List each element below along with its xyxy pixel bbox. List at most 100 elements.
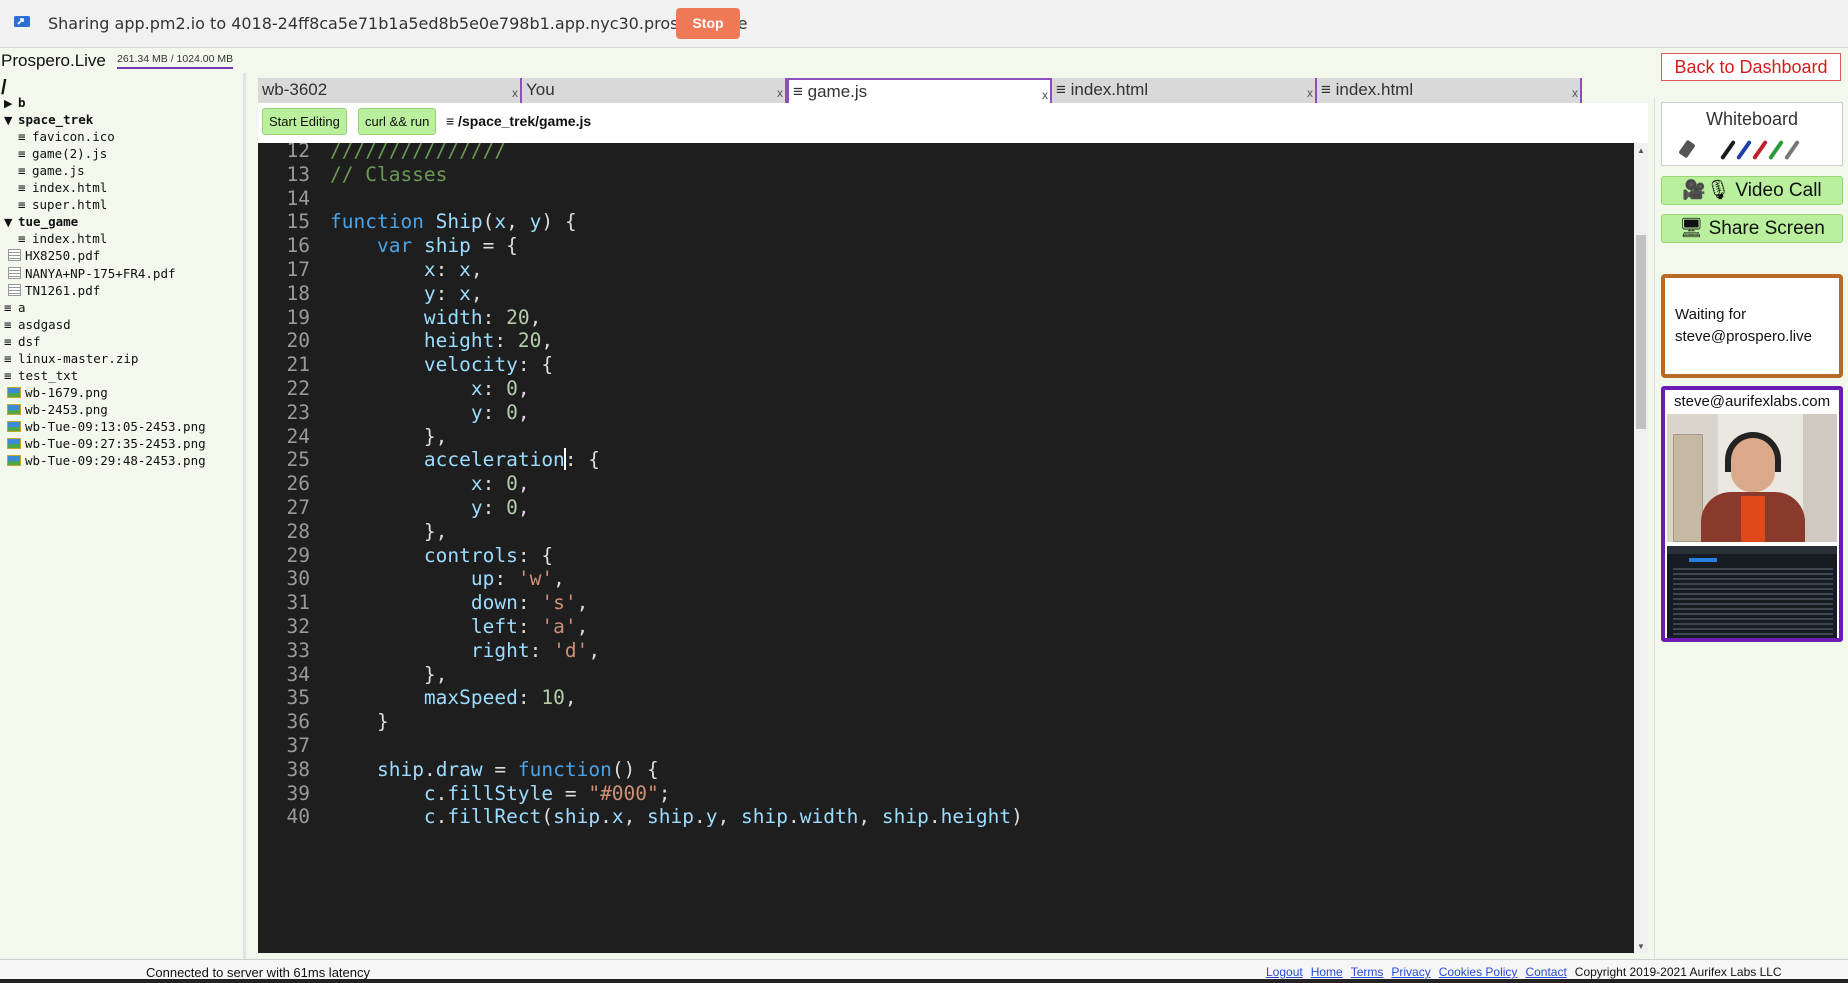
code-token: down [470,591,518,615]
file-item[interactable]: wb-2453.png [7,402,108,417]
code-token: height [940,805,1012,829]
scroll-up-icon[interactable]: ▲ [1637,146,1645,155]
tab-wb-3602[interactable]: wb-3602 x [258,78,522,103]
code-token: ) { [541,210,577,234]
pen-icon[interactable] [1752,139,1768,161]
code-editor[interactable]: 12///////////////13// Classes 14 15 functio… [258,143,1648,953]
file-item[interactable]: NANYA+NP-175+FR4.pdf [8,266,176,281]
text-file-icon: ≡ [4,299,12,315]
tab-you[interactable]: You x [522,78,787,103]
folder-expanded-icon: ▼ [4,114,13,128]
waiting-email: steve@prospero.live [1675,328,1812,345]
image-file-icon [7,403,21,415]
contact-link[interactable]: Contact [1525,965,1566,979]
image-file-icon [7,386,21,398]
file-item[interactable]: ≡ game.js [18,163,85,178]
line-number: 40 [286,805,310,829]
file-item[interactable]: ≡ asdgasd [4,317,71,332]
tab-close-icon[interactable]: x [512,81,518,105]
file-item[interactable]: wb-Tue-09:29:48-2453.png [7,453,206,468]
start-editing-button[interactable]: Start Editing [262,108,347,135]
file-item[interactable]: ≡ super.html [18,197,107,212]
image-file-icon [7,438,21,449]
file-item[interactable]: ≡ favicon.ico [18,129,115,144]
pen-icon[interactable] [1784,139,1800,161]
code-token: 's' [541,591,577,615]
code-line[interactable]: 40 c.fillRect(ship.x, ship.y, ship.width… [258,803,1628,831]
terms-link[interactable]: Terms [1351,965,1384,979]
code-token: . [423,757,436,781]
thumbnail-row [1673,633,1833,635]
scrollbar-thumb[interactable] [1636,235,1646,429]
tree-item-label: game(2).js [32,146,108,162]
file-item[interactable]: HX8250.pdf [8,248,100,263]
code-token: : { [564,448,601,472]
tab-close-icon[interactable]: x [777,81,783,105]
share-screen-button[interactable]: 🖥 Share Screen [1661,214,1843,243]
code-token: : [482,377,507,400]
file-item[interactable]: ≡ game(2).js [18,146,107,161]
code-token: : [517,591,542,615]
tab-index-html-2[interactable]: ≡ index.html x [1317,78,1582,103]
eraser-icon[interactable] [1678,139,1696,159]
stop-sharing-button[interactable]: Stop [676,8,740,39]
file-item[interactable]: ≡ dsf [4,334,41,349]
tree-item-label: linux-master.zip [18,350,139,366]
tab-close-icon[interactable]: x [1572,81,1578,105]
code-token: 10 [541,686,565,710]
folder-item[interactable]: ▼ space_trek [4,112,93,127]
whiteboard-card[interactable]: Whiteboard [1661,102,1843,166]
file-item[interactable]: wb-Tue-09:27:35-2453.png [7,436,206,451]
file-item[interactable]: ≡ test_txt [4,368,78,383]
pen-icon[interactable] [1736,139,1752,161]
tab-close-icon[interactable]: x [1307,81,1313,105]
code-token: : { [517,353,554,377]
code-token: y [470,400,483,424]
pen-icon[interactable] [1720,139,1736,161]
cookies-policy-link[interactable]: Cookies Policy [1439,965,1518,979]
folder-item[interactable]: ▶ b [4,95,26,110]
collaboration-panel: Whiteboard 🎥🎙 Video Call 🖥 Share Screen … [1654,98,1848,958]
back-to-dashboard-button[interactable]: Back to Dashboard [1661,53,1841,81]
tab-index-html[interactable]: ≡ index.html x [1052,78,1317,103]
file-item[interactable]: wb-1679.png [7,385,108,400]
text-file-icon: ≡ [18,146,26,162]
file-item[interactable]: ≡ index.html [18,231,107,246]
file-item[interactable]: ≡ linux-master.zip [4,351,138,366]
code-token: 'a' [541,615,577,638]
code-token: y [470,496,483,519]
logout-link[interactable]: Logout [1266,965,1303,979]
home-link[interactable]: Home [1311,965,1343,979]
editor-scrollbar[interactable]: ▲ ▼ [1634,143,1648,953]
code-token: x [423,258,436,281]
tree-item-label: index.html [32,231,108,247]
code-token: : { [517,543,554,567]
tab-game-js[interactable]: ≡ game.js x [787,78,1052,103]
screen-share-bar: Sharing app.pm2.io to 4018-24ff8ca5e71b1… [0,0,1848,48]
folder-item[interactable]: ▼ tue_game [4,214,78,229]
code-token: ( [541,805,554,829]
tab-label: You [526,80,555,99]
scroll-down-icon[interactable]: ▼ [1637,942,1645,951]
file-item[interactable]: ≡ a [4,300,26,315]
tree-item-label: asdgasd [18,316,71,332]
pen-icon[interactable] [1768,139,1784,161]
code-token: = [553,781,589,805]
privacy-link[interactable]: Privacy [1391,965,1430,979]
tree-item-label: TN1261.pdf [25,282,101,298]
file-item[interactable]: wb-Tue-09:13:05-2453.png [7,419,206,434]
code-token: /////////////// [330,143,507,162]
video-call-button[interactable]: 🎥🎙 Video Call [1661,176,1843,205]
tree-item-label: NANYA+NP-175+FR4.pdf [25,265,176,281]
file-item[interactable]: ≡ index.html [18,180,107,195]
curl-run-button[interactable]: curl && run [358,108,437,135]
file-item[interactable]: TN1261.pdf [8,283,100,298]
tree-item-label: test_txt [18,367,79,383]
copyright-text: Copyright 2019-2021 Aurifex Labs LLC [1574,965,1782,979]
